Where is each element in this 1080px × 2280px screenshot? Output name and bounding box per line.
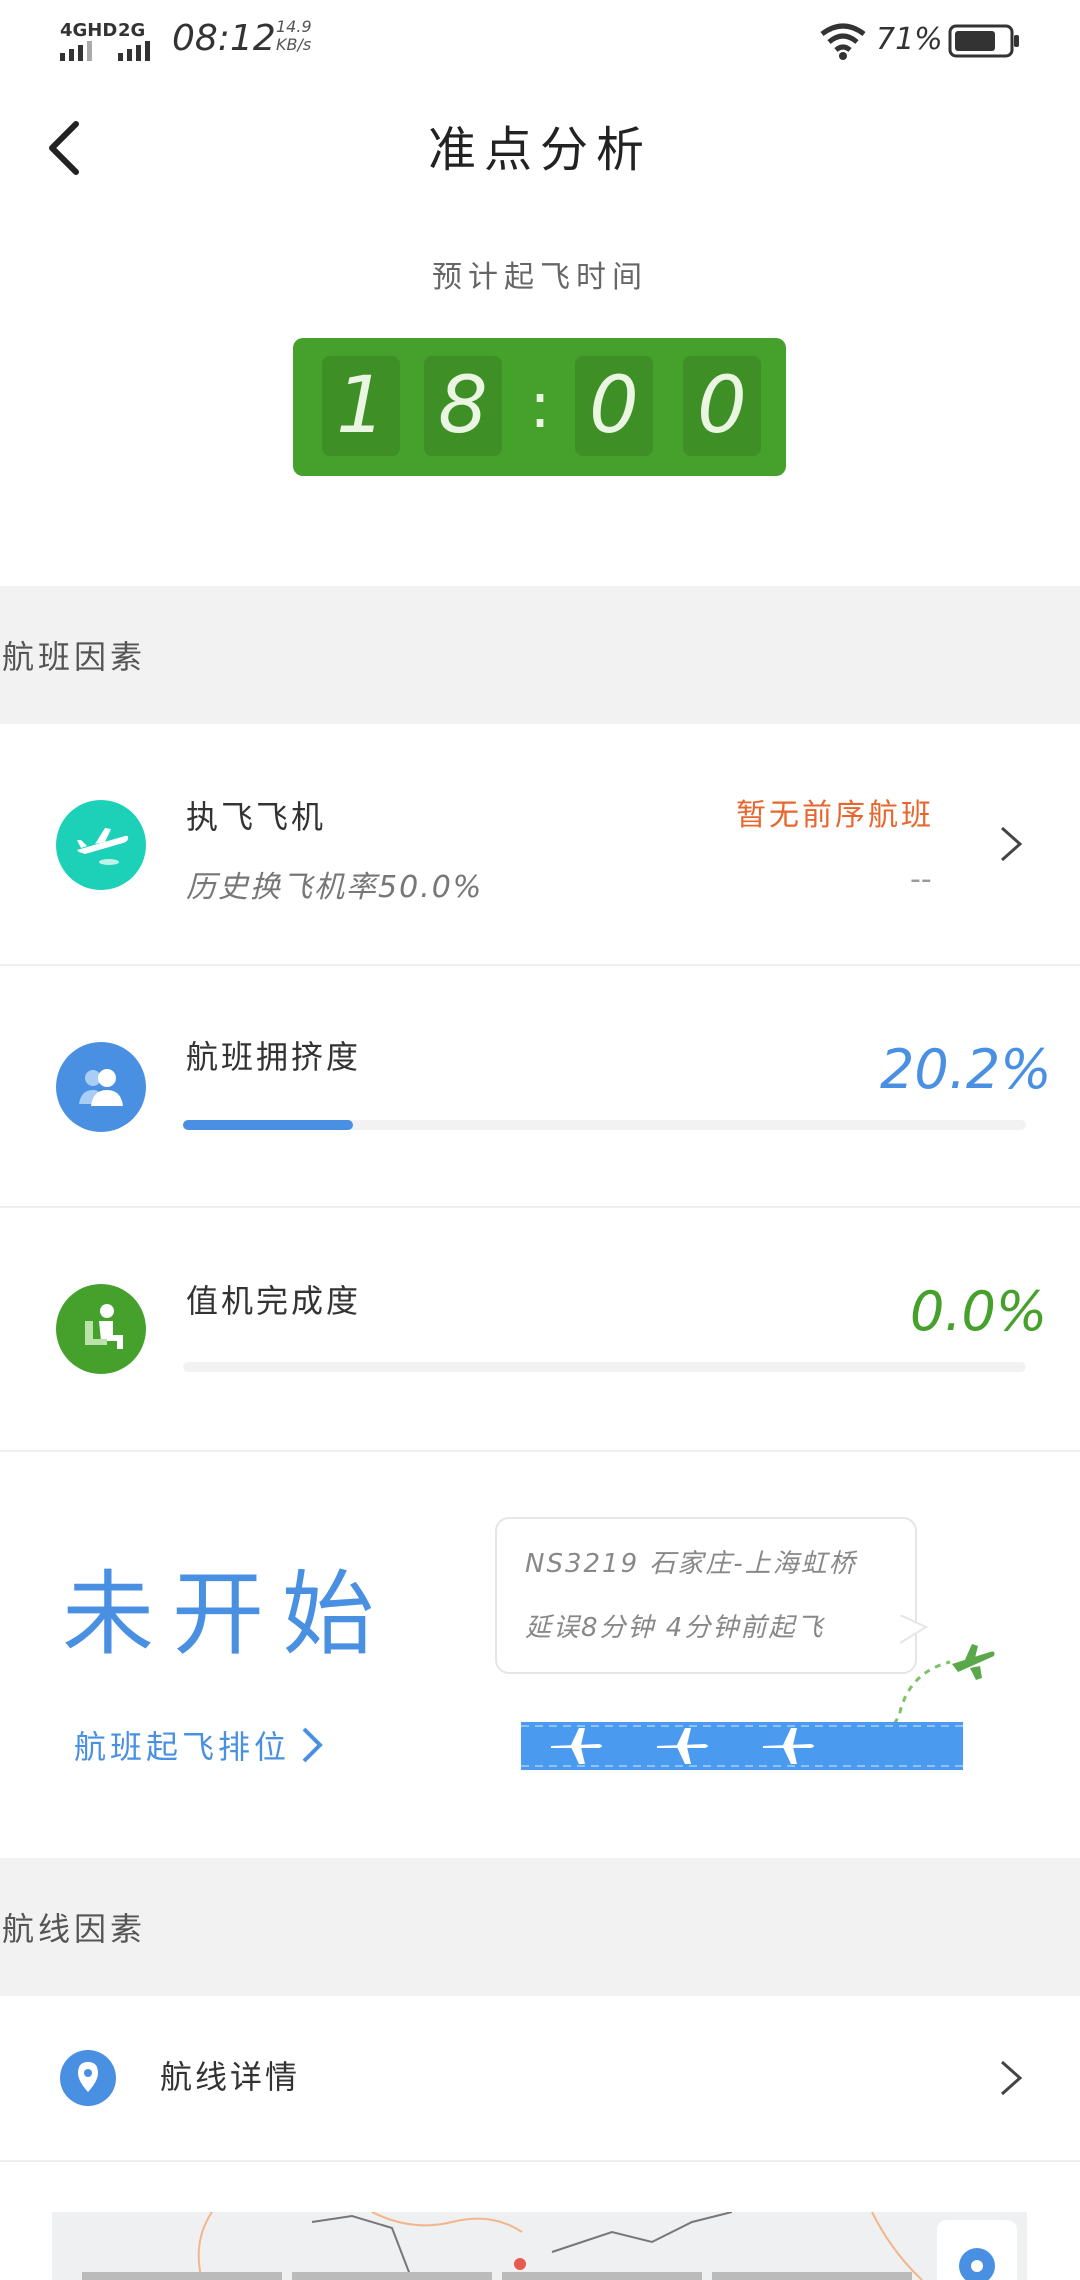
signal-bars-icon <box>60 41 92 61</box>
locate-icon <box>959 2248 995 2280</box>
aircraft-change-rate: 历史换飞机率50.0% <box>186 870 484 905</box>
seated-passenger-icon <box>56 1284 146 1374</box>
section-header-flight-factors: 航班因素 <box>0 586 1080 724</box>
takeoff-ranking-link[interactable]: 航班起飞排位 <box>74 1722 326 1768</box>
status-bar: 4GHD 2G 08:12 14.9 KB/s 71% <box>0 0 1080 80</box>
time-colon: : <box>529 369 551 443</box>
signal-2g-indicator: 2G <box>118 20 162 65</box>
network-speed: 14.9 KB/s <box>276 18 312 54</box>
signal-4g-indicator: 4GHD <box>60 20 117 65</box>
bubble-delay-info: 延误8分钟 4分钟前起飞 <box>525 1613 825 1643</box>
crowding-title: 航班拥挤度 <box>186 1038 362 1076</box>
crowd-icon <box>56 1042 146 1132</box>
route-map[interactable] <box>52 2212 1027 2280</box>
checkin-title: 值机完成度 <box>186 1282 362 1320</box>
crowding-row: 航班拥挤度 20.2% <box>0 966 1080 1206</box>
location-pin-icon <box>60 2050 116 2106</box>
checkin-progress-bar <box>183 1362 1026 1372</box>
chevron-right-icon <box>1001 826 1023 862</box>
battery-percent: 71% <box>876 22 943 57</box>
checkin-row: 值机完成度 0.0% <box>0 1208 1080 1450</box>
crowding-value: 20.2% <box>880 1038 1052 1101</box>
section-title: 航班因素 <box>2 638 147 676</box>
time-digit: 0 <box>683 356 761 456</box>
departure-time-display: 1 8 : 0 0 <box>293 338 786 476</box>
status-time: 08:12 <box>172 18 276 59</box>
page-title: 准点分析 <box>427 122 652 178</box>
signal-2g-label: 2G <box>118 20 146 41</box>
chevron-right-icon <box>1001 2060 1023 2096</box>
wifi-icon <box>820 23 866 60</box>
aircraft-value: -- <box>910 862 932 897</box>
aircraft-row[interactable]: 执飞飞机 历史换飞机率50.0% 暂无前序航班 -- <box>0 724 1080 964</box>
takeoff-status: 未开始 <box>62 1561 393 1668</box>
section-header-route-factors: 航线因素 <box>0 1858 1080 1996</box>
route-details-row[interactable]: 航线详情 <box>0 1996 1080 2160</box>
speed-unit: KB/s <box>276 35 312 54</box>
route-details-title: 航线详情 <box>160 2058 301 2096</box>
speed-value: 14.9 <box>276 17 312 36</box>
takeoff-ranking-label: 航班起飞排位 <box>74 1728 291 1766</box>
bubble-flight-route: NS3219 石家庄-上海虹桥 <box>525 1549 857 1579</box>
aircraft-status: 暂无前序航班 <box>736 798 934 833</box>
time-digit: 1 <box>322 356 400 456</box>
signal-bars-icon <box>118 41 150 61</box>
section-title: 航线因素 <box>2 1910 147 1948</box>
chevron-right-icon <box>302 1727 323 1763</box>
signal-4g-label: 4GHD <box>60 20 118 41</box>
time-digit: 8 <box>424 356 502 456</box>
crowding-progress-fill <box>183 1120 354 1130</box>
runway-illustration <box>521 1722 963 1770</box>
time-digit: 0 <box>575 356 653 456</box>
departure-time-label: 预计起飞时间 <box>432 260 648 295</box>
divider <box>0 2160 1080 2162</box>
map-locate-button[interactable] <box>937 2220 1017 2280</box>
divider <box>0 1450 1080 1452</box>
battery-icon <box>948 24 1019 58</box>
plane-takeoff-icon <box>56 800 146 890</box>
aircraft-title: 执飞飞机 <box>186 798 327 836</box>
crowding-progress-bar <box>183 1120 1026 1130</box>
checkin-value: 0.0% <box>910 1280 1048 1343</box>
